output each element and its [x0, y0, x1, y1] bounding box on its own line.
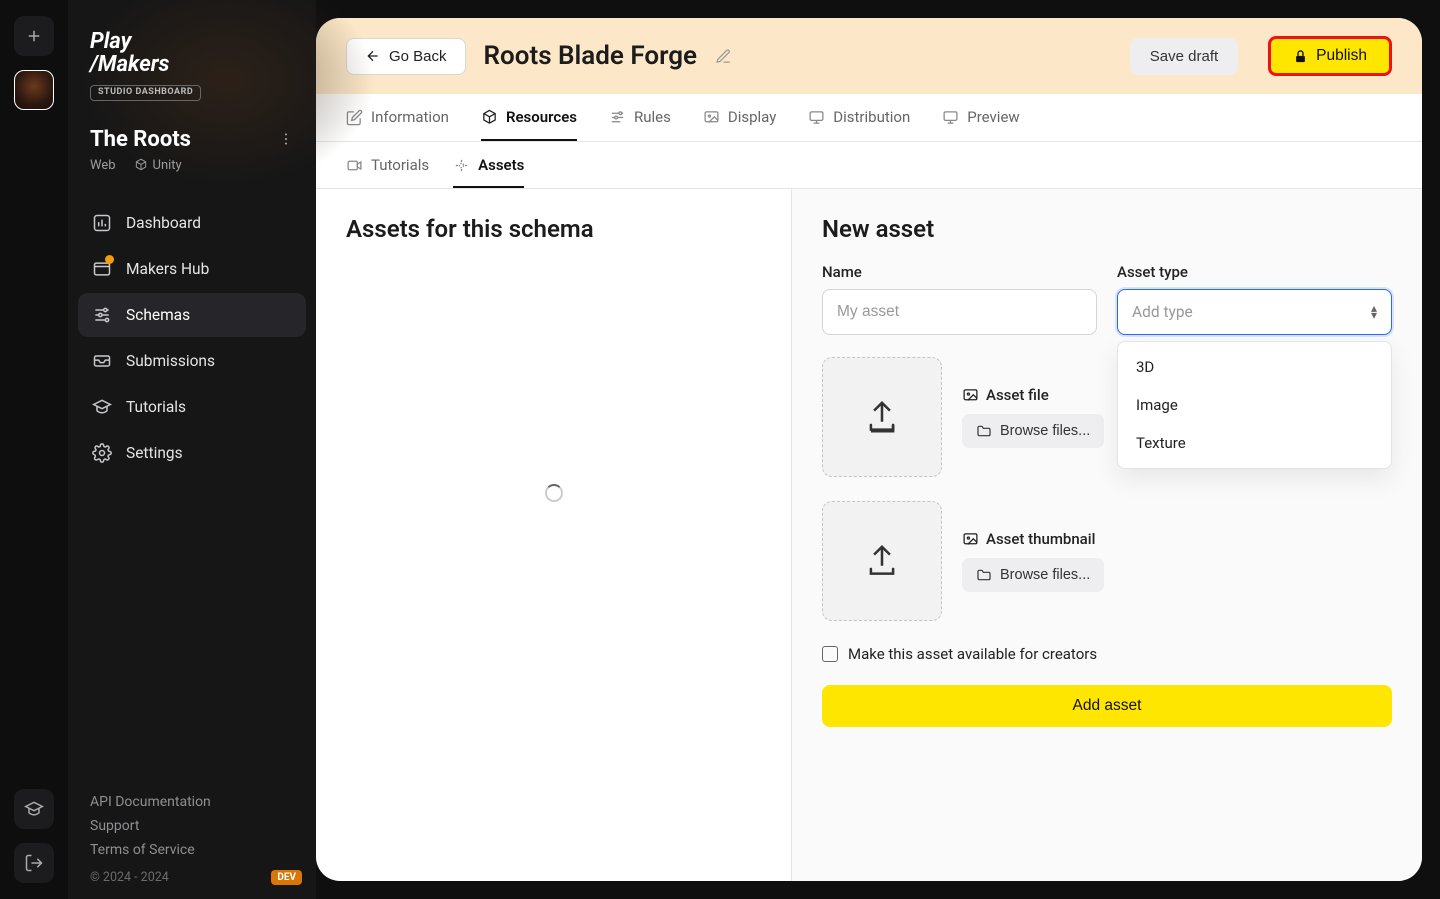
- browse-asset-file-button[interactable]: Browse files...: [962, 414, 1104, 448]
- panel-header: Go Back Roots Blade Forge Save draft Pub…: [316, 18, 1422, 94]
- save-draft-button[interactable]: Save draft: [1130, 38, 1238, 75]
- sidebar: Play /Makers STUDIO DASHBOARD The Roots …: [68, 0, 316, 899]
- asset-type-dropdown: 3D Image Texture: [1117, 341, 1392, 469]
- assets-list-column: Assets for this schema: [316, 189, 792, 881]
- image-icon: [703, 109, 720, 126]
- image-icon: [962, 531, 979, 548]
- folder-icon: [976, 423, 992, 439]
- link-api-docs[interactable]: API Documentation: [90, 794, 294, 810]
- brand-logo: Play /Makers STUDIO DASHBOARD: [90, 30, 294, 101]
- asset-file-dropzone[interactable]: [822, 357, 942, 477]
- target-icon: [453, 157, 470, 174]
- tab-preview[interactable]: Preview: [942, 94, 1019, 141]
- link-tos[interactable]: Terms of Service: [90, 842, 294, 858]
- tab-display[interactable]: Display: [703, 94, 776, 141]
- edit-icon: [346, 109, 363, 126]
- name-label: Name: [822, 263, 1097, 281]
- nav-makers-hub[interactable]: Makers Hub: [78, 247, 306, 291]
- academic-icon: [92, 397, 112, 417]
- adjustments-icon: [609, 109, 626, 126]
- new-asset-heading: New asset: [822, 215, 1392, 243]
- gear-icon: [92, 443, 112, 463]
- project-menu-icon[interactable]: [278, 131, 294, 147]
- new-asset-column: New asset Name Asset type Add type ▴▾: [792, 189, 1422, 881]
- chart-icon: [92, 213, 112, 233]
- asset-thumb-dropzone[interactable]: [822, 501, 942, 621]
- primary-tabs: Information Resources Rules Display Dist…: [316, 94, 1422, 142]
- left-rail: [0, 0, 68, 899]
- sliders-icon: [92, 305, 112, 325]
- type-option-texture[interactable]: Texture: [1118, 424, 1391, 462]
- nav-settings[interactable]: Settings: [78, 431, 306, 475]
- tab-distribution[interactable]: Distribution: [808, 94, 910, 141]
- page-title: Roots Blade Forge: [484, 41, 697, 71]
- edit-title-icon[interactable]: [715, 48, 732, 65]
- go-back-button[interactable]: Go Back: [346, 38, 466, 75]
- assets-heading: Assets for this schema: [346, 215, 761, 243]
- device-icon: [808, 109, 825, 126]
- nav-schemas[interactable]: Schemas: [78, 293, 306, 337]
- asset-name-input[interactable]: [822, 289, 1097, 335]
- main-panel: Go Back Roots Blade Forge Save draft Pub…: [316, 18, 1422, 881]
- type-label: Asset type: [1117, 263, 1392, 281]
- upload-icon: [863, 542, 901, 580]
- asset-type-select[interactable]: Add type ▴▾: [1117, 289, 1392, 335]
- asset-file-label: Asset file: [962, 386, 1104, 404]
- browse-thumb-button[interactable]: Browse files...: [962, 558, 1104, 592]
- upload-icon: [863, 398, 901, 436]
- subtab-tutorials[interactable]: Tutorials: [346, 142, 429, 188]
- publish-button[interactable]: Publish: [1268, 36, 1392, 76]
- copyright: © 2024 - 2024: [90, 870, 294, 885]
- platform-web: Web: [90, 158, 116, 173]
- checkbox-icon: [822, 646, 838, 662]
- rail-add-button[interactable]: [14, 16, 54, 56]
- subtab-assets[interactable]: Assets: [453, 142, 524, 188]
- tab-information[interactable]: Information: [346, 94, 449, 141]
- inbox-icon: [92, 351, 112, 371]
- loading-spinner: [545, 484, 563, 502]
- available-checkbox-row[interactable]: Make this asset available for creators: [822, 645, 1392, 663]
- secondary-tabs: Tutorials Assets: [316, 142, 1422, 189]
- arrow-left-icon: [365, 48, 381, 64]
- nav-submissions[interactable]: Submissions: [78, 339, 306, 383]
- brand-badge: STUDIO DASHBOARD: [90, 85, 201, 100]
- video-icon: [346, 157, 363, 174]
- rail-logout-button[interactable]: [14, 843, 54, 883]
- lock-icon: [1293, 49, 1308, 64]
- folder-icon: [976, 567, 992, 583]
- image-icon: [962, 387, 979, 404]
- nav-tutorials[interactable]: Tutorials: [78, 385, 306, 429]
- asset-thumb-label: Asset thumbnail: [962, 530, 1104, 548]
- rail-project-avatar[interactable]: [14, 70, 54, 110]
- chevron-updown-icon: ▴▾: [1371, 305, 1377, 319]
- platform-unity: Unity: [134, 158, 182, 173]
- notification-dot: [105, 255, 114, 264]
- tab-rules[interactable]: Rules: [609, 94, 671, 141]
- nav-dashboard[interactable]: Dashboard: [78, 201, 306, 245]
- monitor-icon: [942, 109, 959, 126]
- type-option-3d[interactable]: 3D: [1118, 348, 1391, 386]
- link-support[interactable]: Support: [90, 818, 294, 834]
- add-asset-button[interactable]: Add asset: [822, 685, 1392, 727]
- rail-learn-button[interactable]: [14, 789, 54, 829]
- tab-resources[interactable]: Resources: [481, 94, 577, 141]
- project-title: The Roots: [90, 127, 191, 152]
- cube-icon: [481, 109, 498, 126]
- type-option-image[interactable]: Image: [1118, 386, 1391, 424]
- dev-badge: DEV: [271, 870, 302, 885]
